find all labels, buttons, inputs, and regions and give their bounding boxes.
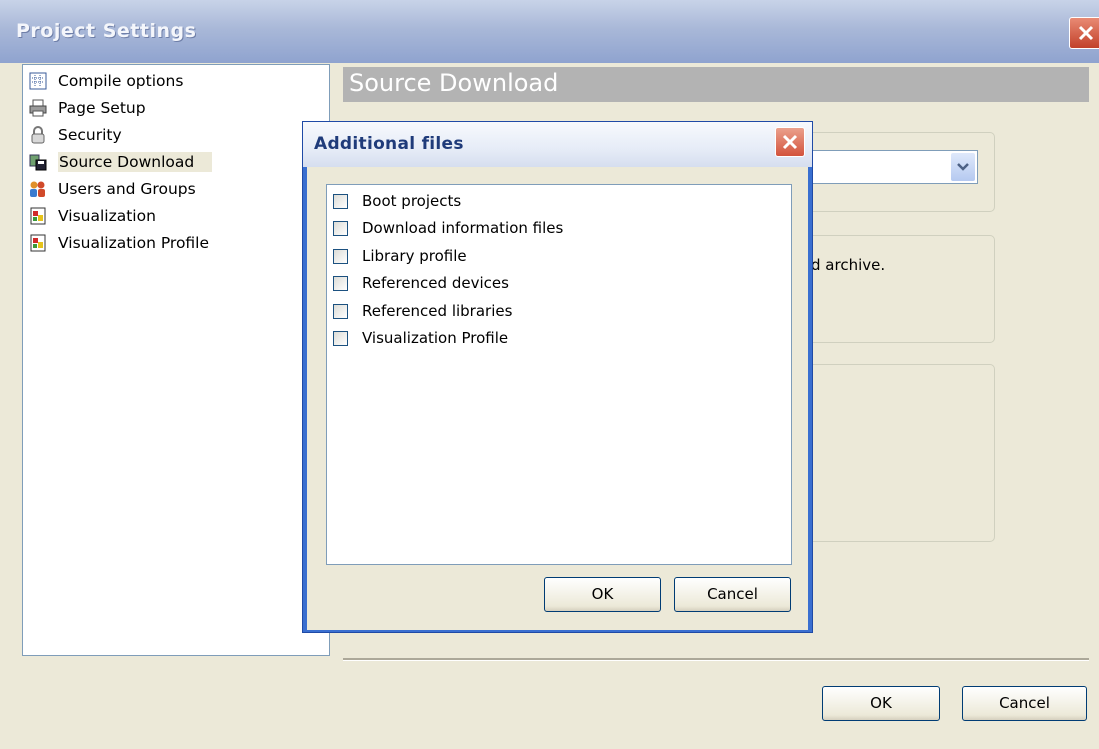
dialog-title-bar[interactable]: Additional files (303, 122, 812, 167)
list-item-label: Visualization Profile (362, 329, 509, 347)
nav-item-label: Security (58, 126, 122, 144)
list-item[interactable]: Visualization Profile (333, 327, 508, 349)
additional-files-dialog: Additional files Boot projects Download … (302, 121, 813, 633)
nav-item-label: Visualization Profile (58, 234, 210, 252)
ok-button[interactable]: OK (822, 686, 940, 721)
list-item[interactable]: Download information files (333, 217, 563, 239)
nav-item-security[interactable]: Security (29, 123, 122, 147)
nav-item-label: Visualization (58, 207, 156, 225)
visualization-profile-icon (29, 234, 47, 252)
chevron-down-icon (957, 163, 969, 171)
checkbox[interactable] (333, 193, 348, 209)
close-icon (1078, 25, 1094, 41)
dropdown-button[interactable] (951, 153, 975, 181)
users-icon (29, 180, 47, 198)
list-item[interactable]: Library profile (333, 245, 467, 267)
list-item-label: Download information files (362, 219, 564, 237)
archive-description-text: d archive. (811, 256, 886, 274)
nav-item-label: Page Setup (58, 99, 146, 117)
nav-item-compile-options[interactable]: Compile options (29, 69, 183, 93)
list-item-label: Referenced devices (362, 274, 509, 292)
checkbox[interactable] (333, 275, 348, 291)
section-header: Source Download (343, 67, 1089, 102)
list-item[interactable]: Boot projects (333, 190, 461, 212)
close-icon (782, 134, 798, 150)
title-bar[interactable]: Project Settings (0, 0, 1099, 63)
nav-item-page-setup[interactable]: Page Setup (29, 96, 146, 120)
checkbox[interactable] (333, 303, 348, 319)
visualization-icon (29, 207, 47, 225)
list-item-label: Library profile (362, 247, 467, 265)
nav-item-label: Source Download (58, 152, 213, 172)
list-item-label: Referenced libraries (362, 302, 513, 320)
source-download-icon (29, 153, 47, 171)
download-mode-dropdown[interactable] (798, 150, 978, 184)
section-title: Source Download (349, 69, 559, 97)
checkbox[interactable] (333, 248, 348, 264)
checkbox[interactable] (333, 330, 348, 346)
nav-item-label: Compile options (58, 72, 184, 90)
cancel-button[interactable]: Cancel (962, 686, 1087, 721)
nav-item-source-download[interactable]: Source Download (29, 150, 213, 174)
nav-item-visualization-profile[interactable]: Visualization Profile (29, 231, 209, 255)
settings-nav-list[interactable]: Compile options Page Setup Security Sour… (22, 64, 330, 656)
dialog-ok-button[interactable]: OK (544, 577, 661, 612)
list-item[interactable]: Referenced devices (333, 272, 509, 294)
compile-icon (29, 72, 47, 90)
checkbox[interactable] (333, 220, 348, 236)
additional-files-list[interactable]: Boot projects Download information files… (326, 184, 792, 565)
window-title: Project Settings (16, 20, 197, 42)
project-settings-window: Project Settings Compile options Page Se… (0, 0, 1099, 749)
separator (343, 658, 1089, 661)
dialog-cancel-button[interactable]: Cancel (674, 577, 791, 612)
nav-item-visualization[interactable]: Visualization (29, 204, 156, 228)
list-item-label: Boot projects (362, 192, 462, 210)
close-button[interactable] (1069, 17, 1099, 49)
nav-item-users-and-groups[interactable]: Users and Groups (29, 177, 196, 201)
list-item[interactable]: Referenced libraries (333, 300, 512, 322)
dialog-title: Additional files (314, 134, 464, 154)
lock-icon (29, 126, 47, 144)
dialog-body: Boot projects Download information files… (307, 167, 808, 630)
dialog-close-button[interactable] (775, 127, 805, 157)
printer-icon (29, 99, 47, 117)
nav-item-label: Users and Groups (58, 180, 196, 198)
